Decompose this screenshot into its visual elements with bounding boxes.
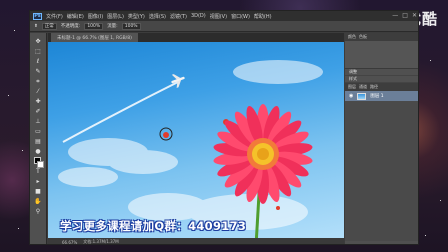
close-button[interactable]: ✕ (412, 12, 417, 19)
menu-filter[interactable]: 滤镜(T) (170, 13, 187, 20)
adjustments-row[interactable]: 调整 (345, 69, 418, 76)
eyedropper-icon[interactable]: ⁄ (33, 87, 43, 96)
menu-window[interactable]: 窗口(W) (231, 13, 250, 20)
photoshop-logo: Ps (33, 12, 42, 20)
photoshop-window: Ps 文件(F) 编辑(E) 图像(I) 图层(L) 类型(Y) 选择(S) 滤… (29, 10, 419, 245)
marquee-icon[interactable]: ⬚ (33, 47, 43, 56)
lasso-icon[interactable]: ℓ (33, 57, 43, 66)
document-tabs: 未标题-1 @ 66.7% (图层 1, RGB/8) (48, 33, 344, 42)
move-icon[interactable]: ✥ (33, 37, 43, 46)
minimize-button[interactable]: — (392, 12, 398, 19)
photo-canvas[interactable] (48, 42, 344, 244)
menu-view[interactable]: 视图(V) (210, 13, 227, 20)
flow-label: 流量: (107, 24, 118, 29)
quick-select-icon[interactable]: ✎ (33, 67, 43, 76)
shape-icon[interactable]: ■ (33, 187, 43, 196)
tab-paths[interactable]: 路径 (370, 84, 378, 90)
dodge-icon[interactable]: ● (33, 147, 43, 156)
zoom-icon[interactable]: ⚲ (33, 207, 43, 216)
color-panel-tabs: 颜色 色板 (345, 33, 418, 41)
menu-3d[interactable]: 3D(D) (191, 13, 206, 19)
tab-swatches[interactable]: 色板 (359, 34, 367, 40)
mode-select[interactable]: 正常 (41, 22, 57, 30)
menu-file[interactable]: 文件(F) (46, 13, 63, 20)
document-tab[interactable]: 未标题-1 @ 66.7% (图层 1, RGB/8) (51, 33, 138, 42)
menu-image[interactable]: 图像(I) (88, 13, 103, 20)
canvas-area[interactable]: 66.67% 文档:1.37M/1.37M (48, 42, 344, 245)
type-icon[interactable]: T (33, 167, 43, 176)
menu-bar: Ps 文件(F) 编辑(E) 图像(I) 图层(L) 类型(Y) 选择(S) 滤… (30, 11, 418, 21)
hand-icon[interactable]: ✋ (33, 197, 43, 206)
tool-preset-icon[interactable]: ⬆ (34, 24, 38, 29)
layers-panel-body (345, 101, 418, 241)
color-panel[interactable] (345, 41, 418, 69)
status-bar: 66.67% 文档:1.37M/1.37M (48, 238, 344, 245)
ladybug-left (159, 127, 173, 141)
gerbera-flower (213, 104, 313, 204)
clone-stamp-icon[interactable]: ⊥ (33, 117, 43, 126)
window-controls: — □ ✕ (392, 12, 417, 19)
eye-icon[interactable]: ◉ (349, 93, 353, 99)
healing-brush-icon[interactable]: ✚ (33, 97, 43, 106)
zoom-level: 66.67% (62, 239, 78, 245)
opacity-input[interactable]: 100% (84, 22, 104, 30)
right-panels: 颜色 色板 调整 样式 图层 通道 路径 ◉ 图层 1 (345, 33, 418, 244)
crop-icon[interactable]: ⌗ (33, 77, 43, 86)
flow-input[interactable]: 100% (121, 22, 141, 30)
maximize-button[interactable]: □ (402, 12, 408, 19)
gradient-icon[interactable]: ▤ (33, 137, 43, 146)
tools-panel: ✥ ⬚ ℓ ✎ ⌗ ⁄ ✚ ✐ ⊥ ▭ ▤ ● ✒ T ▸ ■ ✋ ⚲ (30, 33, 47, 244)
promo-caption: 学习更多课程请加Q群：4409173 (60, 219, 247, 233)
styles-row[interactable]: 样式 (345, 76, 418, 83)
menu-select[interactable]: 选择(S) (149, 13, 166, 20)
layer-item[interactable]: ◉ 图层 1 (345, 91, 418, 101)
background-color-swatch[interactable] (37, 161, 44, 168)
opacity-label: 不透明度: (60, 24, 81, 29)
layers-panel-tabs: 图层 通道 路径 (345, 83, 418, 91)
layer-thumbnail (357, 92, 367, 100)
options-bar: ⬆ 正常 不透明度: 100% 流量: 100% (30, 21, 418, 32)
tab-layers[interactable]: 图层 (348, 84, 356, 90)
jet-contrail (62, 81, 179, 143)
eraser-icon[interactable]: ▭ (33, 127, 43, 136)
layer-name: 图层 1 (370, 94, 384, 99)
tab-color[interactable]: 颜色 (348, 34, 356, 40)
tab-channels[interactable]: 通道 (359, 84, 367, 90)
path-select-icon[interactable]: ▸ (33, 177, 43, 186)
photo-artwork (58, 60, 323, 244)
airplane-icon (171, 74, 185, 88)
brush-icon[interactable]: ✐ (33, 107, 43, 116)
ladybug-bottom (276, 206, 280, 210)
menu-layer[interactable]: 图层(L) (107, 13, 124, 20)
menu-help[interactable]: 帮助(H) (254, 13, 272, 20)
menu-edit[interactable]: 编辑(E) (67, 13, 84, 20)
menu-type[interactable]: 类型(Y) (128, 13, 145, 20)
document-info: 文档:1.37M/1.37M (83, 239, 119, 244)
